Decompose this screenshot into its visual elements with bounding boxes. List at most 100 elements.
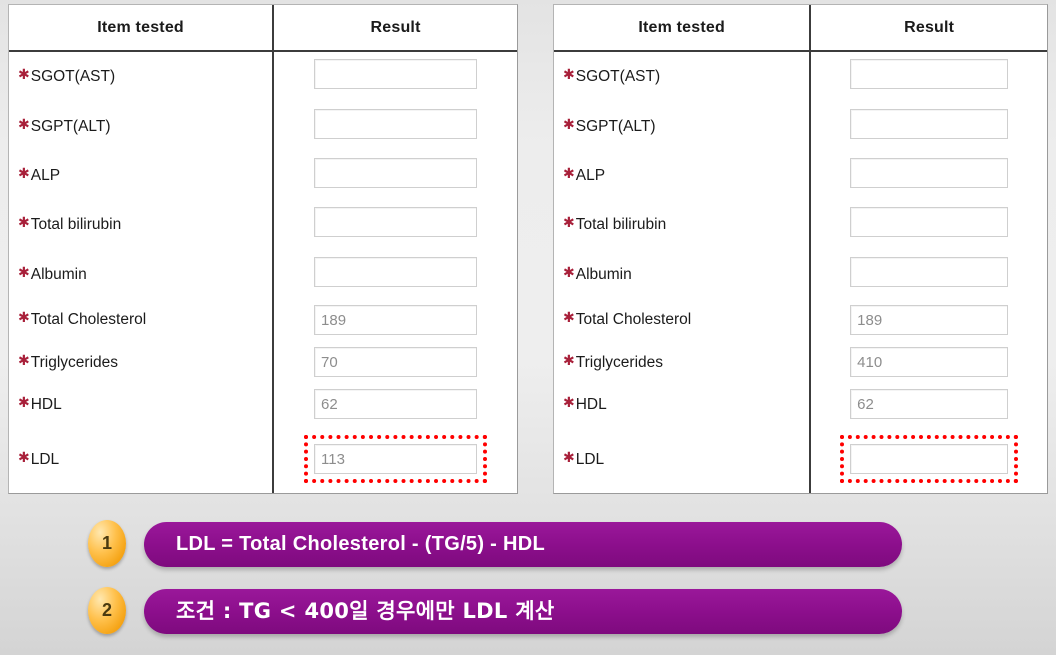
item-cell: ✱Total bilirubin xyxy=(554,200,812,250)
result-input-total-bilirubin[interactable] xyxy=(314,207,478,238)
result-cell: 62 xyxy=(273,383,517,425)
result-input-ldl[interactable]: 113 xyxy=(314,444,478,475)
table-row: ✱SGOT(AST) xyxy=(554,51,1047,102)
table-row: ✱SGPT(ALT) xyxy=(9,101,517,151)
result-cell: 70 xyxy=(273,341,517,383)
item-label: Total bilirubin xyxy=(30,216,122,234)
result-input-triglycerides[interactable]: 70 xyxy=(314,347,478,378)
required-asterisk-icon: ✱ xyxy=(18,165,30,182)
result-cell xyxy=(810,151,1047,200)
result-input-albumin[interactable] xyxy=(314,256,478,287)
item-label: Total Cholesterol xyxy=(575,311,692,329)
result-input-sgpt-alt[interactable] xyxy=(314,108,478,139)
result-cell: 189 xyxy=(273,299,517,341)
required-asterisk-icon: ✱ xyxy=(563,165,575,182)
header-row: Item tested Result xyxy=(9,5,517,52)
result-input-alp[interactable] xyxy=(850,158,1009,189)
table-header-left: Item tested Result xyxy=(9,5,517,52)
item-label: Total Cholesterol xyxy=(30,311,147,329)
item-label: HDL xyxy=(575,395,607,413)
required-asterisk-icon: ✱ xyxy=(18,309,30,326)
required-asterisk-icon: ✱ xyxy=(18,393,30,410)
item-label: SGOT(AST) xyxy=(575,68,661,86)
table-row: ✱SGPT(ALT) xyxy=(554,101,1047,151)
required-asterisk-icon: ✱ xyxy=(563,214,575,231)
item-cell: ✱Albumin xyxy=(554,249,812,299)
result-cell xyxy=(273,151,517,200)
result-cell: 113 xyxy=(273,425,517,493)
required-asterisk-icon: ✱ xyxy=(18,448,30,465)
item-label: HDL xyxy=(30,395,62,413)
result-input-alp[interactable] xyxy=(314,158,478,189)
result-cell xyxy=(810,51,1047,102)
item-cell: ✱ALP xyxy=(9,150,275,201)
result-cell: 189 xyxy=(810,299,1047,341)
table-row: ✱Total bilirubin xyxy=(9,200,517,250)
result-input-total-cholesterol[interactable]: 189 xyxy=(850,304,1009,335)
result-input-sgot-ast[interactable] xyxy=(314,59,478,90)
required-asterisk-icon: ✱ xyxy=(563,115,575,132)
item-cell: ✱SGPT(ALT) xyxy=(554,101,812,151)
table-row: ✱ALP xyxy=(9,150,517,201)
item-cell: ✱LDL xyxy=(9,425,275,493)
item-label: Albumin xyxy=(575,265,632,283)
required-asterisk-icon: ✱ xyxy=(18,351,30,368)
item-cell: ✱Triglycerides xyxy=(9,340,275,384)
result-cell xyxy=(273,200,517,249)
item-label: Triglycerides xyxy=(30,353,119,371)
table-body-right: ✱SGOT(AST) ✱SGPT(ALT) ✱ALP ✱Total bilirubin… xyxy=(554,51,1047,493)
lab-panel-right: Item tested Result ✱SGOT(AST) ✱SGPT(ALT) ✱… xyxy=(553,4,1048,494)
result-input-ldl[interactable] xyxy=(850,444,1009,475)
lab-panel-left: Item tested Result ✱SGOT(AST) ✱SGPT(ALT) ✱… xyxy=(8,4,518,494)
result-input-triglycerides[interactable]: 410 xyxy=(850,347,1009,378)
item-cell: ✱HDL xyxy=(554,383,812,426)
formula-callouts: 1 LDL = Total Cholesterol - (TG/5) - HDL 2… xyxy=(0,500,1056,655)
item-cell: ✱SGOT(AST) xyxy=(9,51,275,102)
column-header-result: Result xyxy=(810,5,1047,52)
required-asterisk-icon: ✱ xyxy=(563,351,575,368)
table-row: ✱SGOT(AST) xyxy=(9,51,517,102)
result-input-albumin[interactable] xyxy=(850,256,1009,287)
item-cell: ✱ALP xyxy=(554,150,812,201)
required-asterisk-icon: ✱ xyxy=(563,263,575,280)
item-cell: ✱Albumin xyxy=(9,249,275,299)
result-input-hdl[interactable]: 62 xyxy=(850,389,1009,420)
result-input-sgot-ast[interactable] xyxy=(850,59,1009,90)
table-header-right: Item tested Result xyxy=(554,5,1047,52)
item-label: SGOT(AST) xyxy=(30,68,116,86)
ldl-highlight-box xyxy=(840,435,1019,484)
item-cell: ✱SGOT(AST) xyxy=(554,51,812,102)
required-asterisk-icon: ✱ xyxy=(563,66,575,83)
lab-results-tables: Item tested Result ✱SGOT(AST) ✱SGPT(ALT) ✱… xyxy=(0,0,1056,500)
item-label: ALP xyxy=(575,167,606,185)
column-header-result: Result xyxy=(273,5,517,52)
item-label: SGPT(ALT) xyxy=(30,117,111,135)
item-cell: ✱Total Cholesterol xyxy=(9,298,275,341)
table-row: ✱Total Cholesterol 189 xyxy=(554,298,1047,341)
table-row: ✱Triglycerides 70 xyxy=(9,340,517,384)
column-header-item-tested: Item tested xyxy=(554,5,812,52)
item-cell: ✱LDL xyxy=(554,425,812,493)
required-asterisk-icon: ✱ xyxy=(18,66,30,83)
result-cell: 410 xyxy=(810,341,1047,383)
item-cell: ✱SGPT(ALT) xyxy=(9,101,275,151)
result-input-hdl[interactable]: 62 xyxy=(314,389,478,420)
table-body-left: ✱SGOT(AST) ✱SGPT(ALT) ✱ALP ✱Total bilirubin… xyxy=(9,51,517,493)
result-cell xyxy=(273,249,517,298)
result-input-sgpt-alt[interactable] xyxy=(850,108,1009,139)
required-asterisk-icon: ✱ xyxy=(18,115,30,132)
callout-text-pill: 조건 : TG < 400일 경우에만 LDL 계산 xyxy=(144,589,902,634)
item-label: SGPT(ALT) xyxy=(575,117,656,135)
item-cell: ✱Total Cholesterol xyxy=(554,298,812,341)
required-asterisk-icon: ✱ xyxy=(563,393,575,410)
item-label: Total bilirubin xyxy=(575,216,667,234)
item-label: ALP xyxy=(30,167,61,185)
result-input-total-cholesterol[interactable]: 189 xyxy=(314,304,478,335)
ldl-highlight-box: 113 xyxy=(304,435,488,484)
result-input-total-bilirubin[interactable] xyxy=(850,207,1009,238)
required-asterisk-icon: ✱ xyxy=(18,214,30,231)
item-cell: ✱Triglycerides xyxy=(554,340,812,384)
table-row: ✱LDL xyxy=(554,425,1047,493)
item-cell: ✱HDL xyxy=(9,383,275,426)
required-asterisk-icon: ✱ xyxy=(18,263,30,280)
